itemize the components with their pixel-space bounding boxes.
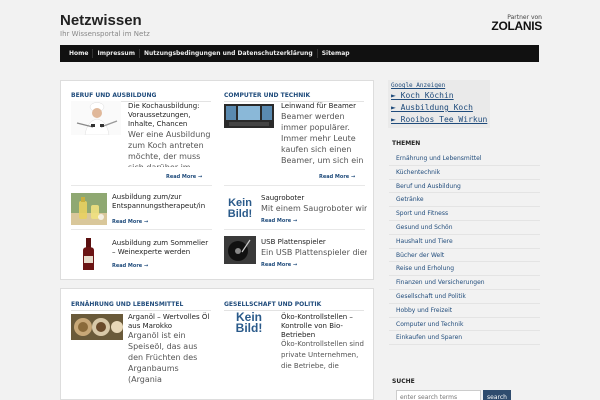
theme-link[interactable]: Reise und Erholung	[389, 262, 540, 277]
theme-link[interactable]: Einkaufen und Sparen	[389, 331, 540, 346]
section-title-gesellschaft[interactable]: Gesellschaft und Politik	[224, 301, 321, 308]
theme-link[interactable]: Beruf und Ausbildung	[389, 180, 540, 194]
theme-link[interactable]: Gesellschaft und Politik	[389, 290, 540, 304]
argan-oil-image-icon	[71, 314, 123, 340]
theme-link[interactable]: Bücher der Welt	[389, 249, 540, 263]
read-more-link[interactable]: Read More →	[261, 262, 297, 268]
turntable-thumbnail[interactable]	[224, 236, 256, 264]
section-title-computer[interactable]: Computer und Technik	[224, 92, 310, 99]
site-description: Ihr Wissensportal im Netz	[60, 30, 150, 38]
google-ads-title[interactable]: Google Anzeigen	[391, 82, 445, 89]
theme-link[interactable]: Getränke	[389, 193, 540, 208]
argan-oil-thumbnail[interactable]	[71, 314, 123, 340]
read-more-link[interactable]: Read More →	[319, 174, 355, 180]
site-header: Netzwissen Ihr Wissensportal im Netz	[60, 12, 150, 38]
partner-logo-block[interactable]: Partner von ZOLANIS	[474, 14, 542, 32]
nav-sitemap[interactable]: Sitemap	[318, 49, 354, 58]
article-title[interactable]: Saugroboter	[261, 194, 361, 203]
google-ads-box: Google Anzeigen ► Koch Köchin ► Ausbildu…	[388, 80, 490, 128]
article-title[interactable]: USB Plattenspieler	[261, 238, 361, 247]
nav-home[interactable]: Home	[65, 49, 94, 58]
section-title-ernaehrung[interactable]: Ernährung und Lebensmittel	[71, 301, 183, 308]
read-more-link[interactable]: Read More →	[166, 174, 202, 180]
article-title[interactable]: Leinwand für Beamer	[281, 102, 369, 111]
divider	[224, 185, 365, 186]
article-title[interactable]: Arganöl – Wertvolles Öl aus Marokko	[128, 313, 216, 331]
ad-link-koch-koechin[interactable]: ► Koch Köchin	[391, 91, 454, 100]
article-title[interactable]: Ausbildung zum/zur Entspannungstherapeut…	[112, 193, 212, 211]
chef-thumbnail[interactable]	[71, 101, 121, 135]
divider	[71, 185, 212, 186]
divider	[224, 229, 365, 230]
theme-link[interactable]: Computer und Technik	[389, 318, 540, 332]
chef-image-icon	[71, 101, 121, 135]
theme-link[interactable]: Haushalt und Tiere	[389, 235, 540, 249]
search-input[interactable]	[396, 390, 481, 400]
theme-link[interactable]: Ernährung und Lebensmittel	[389, 152, 540, 166]
read-more-link[interactable]: Read More →	[112, 219, 148, 225]
theme-link[interactable]: Sport und Fitness	[389, 207, 540, 221]
content-panel-bottom: Ernährung und Lebensmittel Arganöl – Wer…	[60, 288, 374, 400]
theme-link[interactable]: Gesund und Schön	[389, 221, 540, 235]
theme-link[interactable]: Finanzen und Versicherungen	[389, 276, 540, 290]
article-excerpt: Ein USB Plattenspieler dient	[261, 248, 367, 257]
divider	[71, 229, 212, 230]
ad-link-ausbildung-koch[interactable]: ► Ausbildung Koch	[391, 103, 473, 112]
themes-list: Ernährung und Lebensmittel Küchentechnik…	[389, 152, 540, 346]
theme-link[interactable]: Hobby und Freizeit	[389, 304, 540, 318]
oil-bottles-image-icon	[71, 193, 107, 225]
oil-bottles-thumbnail[interactable]	[71, 193, 107, 225]
read-more-link[interactable]: Read More →	[112, 263, 148, 269]
read-more-link[interactable]: Read More →	[261, 218, 297, 224]
wine-bottle-thumbnail[interactable]	[71, 236, 107, 272]
projector-screen-thumbnail[interactable]	[224, 104, 274, 128]
zolanis-logo: ZOLANIS	[491, 19, 542, 33]
turntable-image-icon	[224, 236, 256, 264]
ad-link-rooibos-tee[interactable]: ► Rooibos Tee Wirkun	[391, 115, 487, 124]
wine-bottle-image-icon	[71, 236, 107, 272]
content-panel-top: Beruf und Ausbildung Die Kochausbildung:…	[60, 80, 374, 280]
article-excerpt: Beamer werden immer populärer. Immer meh…	[281, 112, 364, 165]
article-excerpt: Wer eine Ausbildung zum Koch antreten mö…	[128, 130, 211, 167]
article-title[interactable]: Ausbildung zum Sommelier – Weinexperte w…	[112, 239, 212, 257]
projector-screen-image-icon	[224, 104, 274, 128]
themes-title: Themen	[392, 140, 421, 147]
article-excerpt: Mit einem Saugroboter wird	[261, 204, 367, 213]
site-title[interactable]: Netzwissen	[60, 12, 150, 29]
main-navigation: Home Impressum Nutzungsbedingungen und D…	[60, 45, 539, 62]
no-image-thumbnail[interactable]: Kein Bild!	[224, 194, 256, 222]
theme-link[interactable]: Küchentechnik	[389, 166, 540, 180]
divider	[71, 310, 211, 311]
section-title-beruf[interactable]: Beruf und Ausbildung	[71, 92, 156, 99]
article-title[interactable]: Öko-Kontrollstellen – Kontrolle von Bio-…	[281, 313, 367, 340]
search-title: Suche	[392, 378, 415, 385]
nav-impressum[interactable]: Impressum	[93, 49, 140, 58]
nav-nutzungsbedingungen[interactable]: Nutzungsbedingungen und Datenschutzerklä…	[140, 49, 318, 58]
no-image-thumbnail[interactable]: Kein Bild!	[224, 311, 274, 333]
article-title[interactable]: Die Kochausbildung: Voraussetzungen, Inh…	[128, 102, 213, 129]
article-excerpt: Öko-Kontrollstellen sind private Unterne…	[281, 340, 364, 370]
article-excerpt: Arganöl ist ein Speiseöl, das aus den Fr…	[128, 331, 198, 384]
search-button[interactable]: search	[483, 390, 511, 400]
